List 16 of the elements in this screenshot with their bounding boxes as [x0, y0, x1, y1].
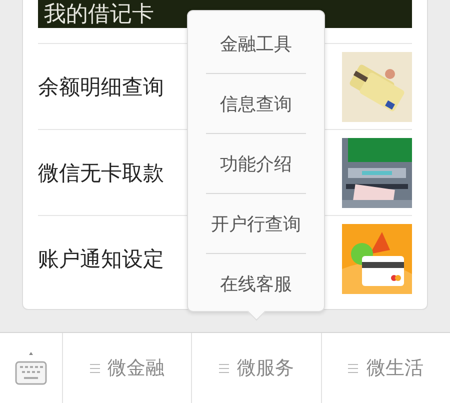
menu-item[interactable]: 开户行查询	[206, 194, 306, 254]
menu-item[interactable]: 功能介绍	[206, 134, 306, 194]
menu-tab[interactable]: 微服务	[192, 333, 322, 403]
menu-item[interactable]: 在线客服	[206, 254, 306, 313]
menu-icon	[348, 364, 358, 373]
row-label[interactable]: 账户通知设定	[38, 244, 164, 272]
menu-item[interactable]: 金融工具	[206, 14, 306, 74]
menu-icon	[218, 364, 229, 373]
row-label[interactable]: 微信无卡取款	[38, 158, 164, 186]
menu-tab[interactable]: 微金融	[63, 333, 192, 403]
card-title: 我的借记卡	[44, 2, 154, 28]
menu-tab[interactable]: 微生活	[322, 333, 450, 403]
menu-item[interactable]: 信息查询	[206, 74, 306, 134]
row-label[interactable]: 余额明细查询	[38, 72, 164, 100]
keyboard-icon	[15, 351, 47, 386]
menu-icon	[90, 364, 100, 373]
